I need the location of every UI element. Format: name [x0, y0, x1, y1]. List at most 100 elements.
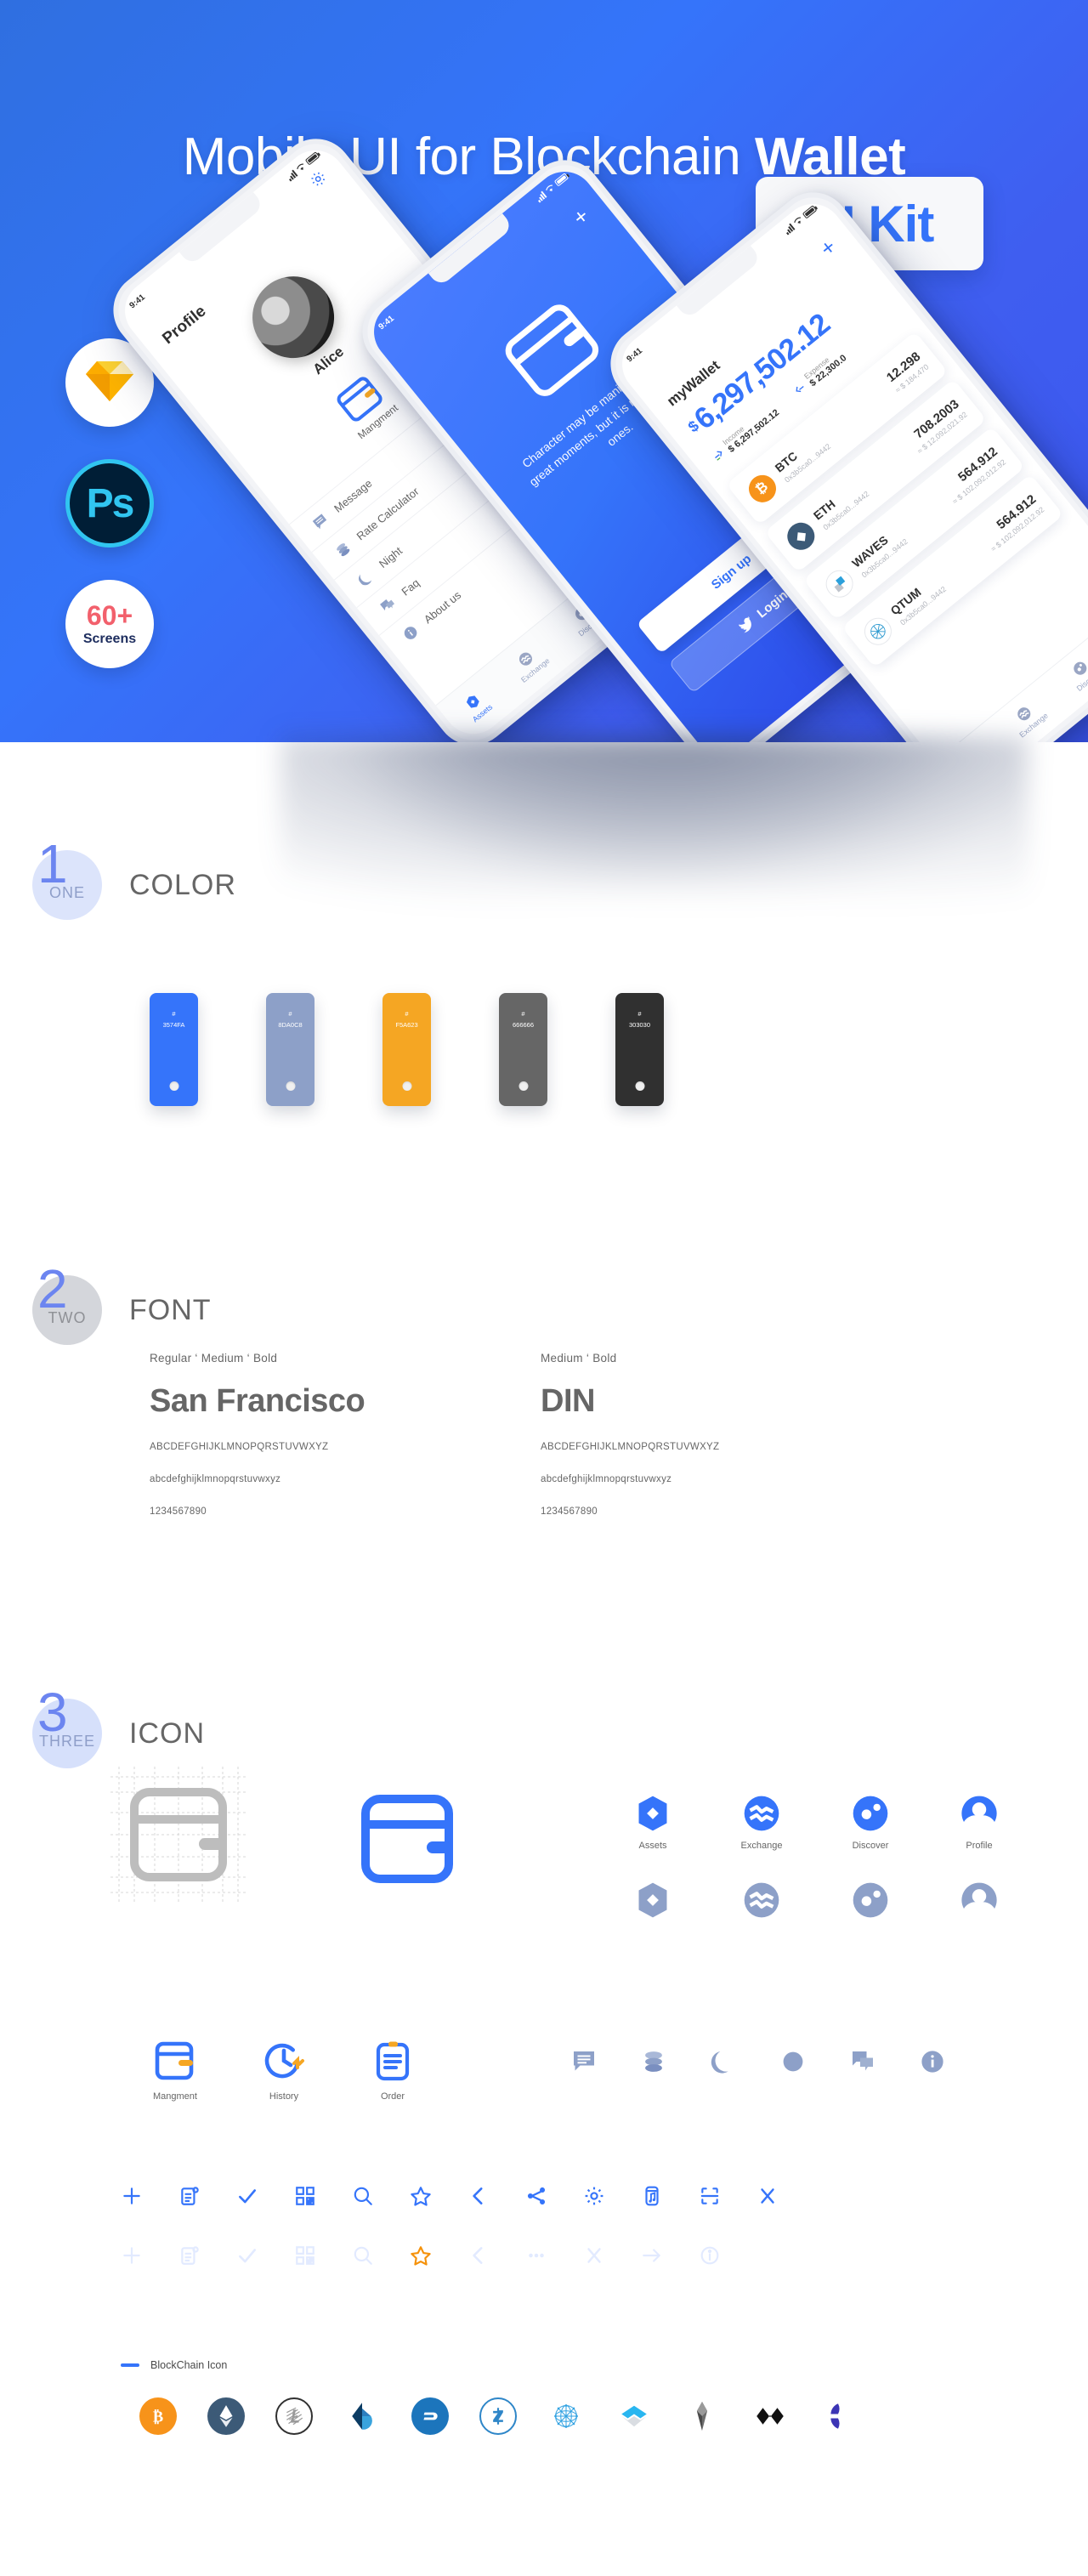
qr-code-icon[interactable]	[294, 2244, 316, 2267]
search-icon[interactable]	[352, 2185, 374, 2207]
circle-icon[interactable]	[780, 2049, 806, 2074]
wifi-icon	[794, 217, 802, 224]
section-header-font: 2 TWO FONT	[32, 1262, 212, 1345]
color-swatch: #666666	[499, 993, 547, 1106]
exchange-icon	[744, 1882, 779, 1918]
feature-icon-history[interactable]: History	[260, 2039, 308, 2102]
feature-icon-management[interactable]: Mangment	[151, 2039, 199, 2102]
list-item-label: About us	[421, 588, 464, 627]
gear-icon[interactable]	[306, 167, 332, 194]
nav-icon-set-inactive	[629, 1881, 1003, 1920]
info-icon[interactable]	[920, 2049, 945, 2074]
wallet-solid-icon	[355, 1785, 464, 1898]
nav-icon-discover[interactable]: Discover	[847, 1794, 894, 1851]
network-icon[interactable]	[547, 2397, 585, 2435]
gear-icon[interactable]	[583, 2185, 605, 2207]
swatch-dot	[286, 1081, 295, 1091]
tab-exchange[interactable]: Exchange	[1006, 697, 1050, 740]
profile-nav-title: Profile	[159, 302, 210, 349]
nav-icon-assets-inactive[interactable]	[629, 1881, 677, 1920]
bitcoin-icon[interactable]: ₿	[139, 2397, 177, 2435]
chevron-left-icon[interactable]	[468, 2185, 490, 2207]
wallet-construction-icon	[110, 1767, 246, 1907]
battery-icon	[304, 151, 320, 166]
section-number-word: THREE	[38, 1733, 96, 1750]
line-icon-row-primary	[121, 2185, 779, 2207]
tab-assets[interactable]: Assets	[460, 689, 494, 723]
plus-icon[interactable]: +	[568, 202, 594, 230]
nav-icon-assets[interactable]: Assets	[629, 1794, 677, 1851]
font-name: San Francisco	[150, 1383, 366, 1419]
feature-icon-order[interactable]: Order	[369, 2039, 416, 2102]
qr-code-icon[interactable]	[294, 2185, 316, 2207]
waves-icon	[820, 565, 859, 604]
zcash-icon[interactable]	[479, 2397, 517, 2435]
moon-icon	[359, 574, 372, 586]
font-numerals: 1234567890	[541, 1506, 598, 1517]
message-icon	[312, 513, 327, 530]
star-icon[interactable]	[410, 2185, 432, 2207]
nano-icon[interactable]	[615, 2397, 653, 2435]
color-swatch: #3574FA	[150, 993, 198, 1106]
ethereum-icon[interactable]	[207, 2397, 245, 2435]
blockchain-icon-set: ₿	[139, 2397, 857, 2435]
expense-icon	[796, 385, 805, 392]
status-icons	[535, 172, 570, 203]
star-icon[interactable]	[410, 2244, 432, 2267]
more-dots-icon[interactable]	[525, 2244, 547, 2267]
font-lowercase: abcdefghijklmnopqrstuvwxyz	[150, 1474, 281, 1484]
plus-icon[interactable]	[121, 2185, 143, 2207]
nav-icon-exchange-inactive[interactable]	[738, 1881, 785, 1920]
phone-music-icon[interactable]	[641, 2185, 663, 2207]
list-item-label: Faq	[399, 576, 422, 599]
tab-exchange[interactable]: Exchange	[508, 643, 552, 684]
status-time: 9:41	[128, 292, 148, 311]
share-icon[interactable]	[525, 2185, 547, 2207]
section-title: FONT	[129, 1293, 212, 1326]
check-icon[interactable]	[236, 2244, 258, 2267]
signal-icon	[535, 190, 547, 203]
search-icon[interactable]	[352, 2244, 374, 2267]
font-uppercase: ABCDEFGHIJKLMNOPQRSTUVWXYZ	[541, 1442, 720, 1452]
message-icon[interactable]	[571, 2049, 597, 2074]
signal-icon	[286, 169, 298, 182]
ethereum-icon: ◆	[781, 517, 820, 556]
nav-icon-profile-inactive[interactable]	[955, 1881, 1003, 1920]
info-circle-icon[interactable]	[699, 2244, 721, 2267]
moon-icon[interactable]	[711, 2049, 736, 2074]
close-icon[interactable]	[583, 2244, 605, 2267]
arrow-right-icon[interactable]	[641, 2244, 663, 2267]
scan-icon[interactable]	[699, 2185, 721, 2207]
nav-icon-discover-inactive[interactable]	[847, 1881, 894, 1920]
chat-icon[interactable]	[850, 2049, 876, 2074]
bitcoin-icon: ₿	[743, 469, 782, 508]
close-icon[interactable]	[756, 2185, 779, 2207]
nav-icon-profile[interactable]: Profile	[955, 1794, 1003, 1851]
dash-icon[interactable]	[411, 2397, 449, 2435]
discover-icon	[853, 1882, 888, 1918]
monero-x-icon[interactable]	[751, 2397, 789, 2435]
document-settings-icon[interactable]	[178, 2244, 201, 2267]
section-number: 1	[37, 833, 68, 894]
coins-stack-icon[interactable]	[641, 2049, 666, 2074]
plus-icon[interactable]	[121, 2244, 143, 2267]
feature-icon-label: Mangment	[153, 2091, 197, 2102]
section-number: 3	[37, 1682, 68, 1743]
eos-icon[interactable]	[683, 2397, 721, 2435]
litecoin-icon[interactable]	[275, 2397, 313, 2435]
nav-icon-exchange[interactable]: Exchange	[738, 1794, 785, 1851]
chevron-left-icon[interactable]	[468, 2244, 490, 2267]
plus-icon[interactable]: +	[815, 234, 842, 262]
nem-icon[interactable]	[819, 2397, 857, 2435]
aeternity-icon[interactable]	[343, 2397, 381, 2435]
wifi-icon	[546, 184, 553, 191]
wallet-icon	[498, 297, 609, 407]
document-settings-icon[interactable]	[178, 2185, 201, 2207]
nav-icon-set-active: Assets Exchange Discover Profile	[629, 1794, 1003, 1851]
coins-icon	[337, 543, 350, 557]
check-icon[interactable]	[236, 2185, 258, 2207]
font-weights: Medium ‘ Bold	[541, 1352, 617, 1365]
assets-icon	[638, 1796, 667, 1831]
tab-discover[interactable]: Discover	[1063, 654, 1088, 693]
notch	[428, 213, 514, 287]
